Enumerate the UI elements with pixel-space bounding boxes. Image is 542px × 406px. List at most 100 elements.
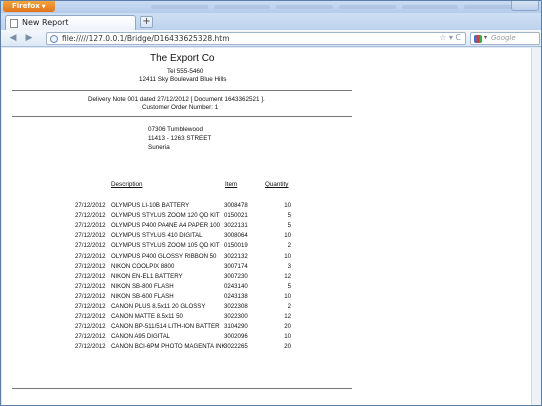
line-date: 27/12/2012 [75, 262, 106, 270]
navigation-bar: ◀ ▶ file://///127.0.0.1/Bridge/D16433625… [1, 30, 541, 47]
table-row: 27/12/2012 CANON A95 DIGITAL 3002096 10 [2, 333, 342, 342]
browser-window: Firefox ▼ New Report + ◀ ▶ file://///127.… [0, 0, 542, 406]
ship-to-line-2: 11413 - 1263 STREET [148, 135, 212, 142]
line-item-code: 0243140 [224, 282, 248, 290]
line-item-code: 3022308 [224, 303, 248, 310]
table-row: 27/12/2012 NIKON EN-EL1 BATTERY 3007230 12 [2, 273, 342, 282]
back-arrow-icon[interactable]: ◀ [7, 33, 19, 44]
line-description: CANON PLUS 8.5x11 20 GLOSSY [111, 303, 206, 310]
new-tab-button[interactable]: + [140, 16, 153, 28]
firefox-menu-button[interactable]: Firefox ▼ [3, 1, 55, 12]
search-bar[interactable]: ▾ Google [470, 32, 540, 45]
company-name: The Export Co [150, 53, 215, 64]
tab-strip: New Report + [1, 13, 541, 30]
line-description: OLYMPUS STYLUS 410 DIGITAL [111, 232, 203, 240]
divider [12, 116, 352, 117]
line-item-code: 3104290 [224, 323, 248, 331]
line-item-code: 3008478 [224, 202, 248, 209]
line-date: 27/12/2012 [75, 313, 106, 321]
table-row: 27/12/2012 OLYMPUS STYLUS ZOOM 105 QD KIT… [2, 242, 342, 251]
line-quantity: 3 [287, 262, 291, 270]
line-quantity: 10 [284, 292, 291, 300]
delivery-note-line: Delivery Note 001 dated 27/12/2012 [ Doc… [88, 96, 265, 103]
bookmark-star-icon[interactable]: ☆ ▾ C [439, 33, 461, 42]
title-bar: Firefox ▼ [1, 1, 541, 13]
line-item-code: 3007174 [224, 262, 248, 270]
line-item-code: 0243138 [224, 292, 248, 300]
line-description: NIKON COOLPIX 8800 [111, 262, 175, 270]
column-header-item: Item [225, 181, 238, 188]
column-header-description: Description [111, 181, 143, 188]
line-quantity: 12 [284, 272, 291, 280]
line-description: NIKON SB-800 FLASH [111, 282, 174, 290]
line-description: CANON A95 DIGITAL [111, 333, 171, 341]
line-quantity: 2 [287, 242, 291, 250]
table-row: 27/12/2012 NIKON SB-800 FLASH 0243140 5 [2, 283, 342, 292]
line-quantity: 10 [284, 202, 291, 209]
ship-to-line-3: Suneria [148, 144, 170, 151]
line-quantity: 10 [284, 252, 291, 260]
firefox-menu-label: Firefox [12, 2, 40, 10]
line-item-code: 0150021 [224, 212, 248, 220]
line-quantity: 12 [284, 313, 291, 321]
tab-new-report[interactable]: New Report [5, 15, 136, 30]
table-row: 27/12/2012 CANON BCI-6PM PHOTO MAGENTA IN… [2, 343, 342, 352]
line-description: OLYMPUS LI-10B BATTERY [111, 202, 190, 209]
line-quantity: 5 [287, 212, 291, 220]
background-tabs [151, 3, 522, 11]
company-address: 12411 Sky Boulevard Blue Hills [139, 76, 227, 83]
table-row: 27/12/2012 OLYMPUS STYLUS ZOOM 120 QD KIT… [2, 212, 342, 221]
line-description: CANON BP-511/514 LITH-ION BATTER [111, 323, 220, 331]
line-date: 27/12/2012 [75, 292, 106, 300]
line-item-code: 3022132 [224, 252, 248, 260]
page-content: The Export Co Tel 555-5460 12411 Sky Bou… [2, 48, 531, 405]
line-item-code: 3022265 [224, 343, 248, 351]
line-date: 27/12/2012 [75, 282, 106, 290]
forward-arrow-icon[interactable]: ▶ [23, 33, 35, 44]
line-date: 27/12/2012 [75, 323, 106, 331]
search-engine-dropdown-icon[interactable]: ▾ [484, 34, 487, 41]
dropdown-arrow-icon: ▼ [41, 4, 46, 10]
line-date: 27/12/2012 [75, 272, 106, 280]
line-item-code: 3008064 [224, 232, 248, 240]
line-date: 27/12/2012 [75, 303, 106, 310]
line-date: 27/12/2012 [75, 222, 106, 230]
line-date: 27/12/2012 [75, 343, 106, 351]
google-icon[interactable] [474, 35, 482, 43]
line-description: OLYMPUS P400 PA4NE A4 PAPER 100 [111, 222, 221, 230]
line-description: NIKON SB-600 FLASH [111, 292, 174, 300]
line-item-code: 0150019 [224, 242, 248, 250]
line-quantity: 10 [284, 333, 291, 341]
line-item-code: 3002096 [224, 333, 248, 341]
line-date: 27/12/2012 [75, 252, 106, 260]
site-identity-icon[interactable] [50, 35, 58, 43]
page-icon [10, 19, 18, 28]
table-row: 27/12/2012 NIKON SB-600 FLASH 0243138 10 [2, 293, 342, 302]
column-header-quantity: Quantity [265, 181, 289, 188]
line-item-code: 3022300 [224, 313, 248, 321]
address-bar[interactable]: file://///127.0.0.1/Bridge/D16433625328.… [46, 32, 466, 45]
table-row: 27/12/2012 CANON BP-511/514 LITH-ION BATT… [2, 323, 342, 332]
vertical-scrollbar[interactable] [531, 48, 541, 405]
table-row: 27/12/2012 OLYMPUS P400 GLOSSY RIBBON 50 3… [2, 253, 342, 262]
table-row: 27/12/2012 OLYMPUS P400 PA4NE A4 PAPER 10… [2, 222, 342, 231]
company-tel: Tel 555-5460 [167, 68, 204, 75]
line-description: OLYMPUS P400 GLOSSY RIBBON 50 [111, 252, 217, 260]
divider [12, 388, 352, 389]
divider [12, 90, 352, 91]
table-row: 27/12/2012 OLYMPUS LI-10B BATTERY 3008478 1… [2, 202, 342, 211]
table-row: 27/12/2012 NIKON COOLPIX 8800 3007174 3 [2, 263, 342, 272]
line-date: 27/12/2012 [75, 212, 106, 220]
line-quantity: 10 [284, 232, 291, 240]
window-controls[interactable] [511, 1, 539, 11]
table-row: 27/12/2012 CANON PLUS 8.5x11 20 GLOSSY 302… [2, 303, 342, 312]
line-quantity: 5 [287, 222, 291, 230]
line-quantity: 20 [284, 323, 291, 331]
ship-to-line-1: 07306 Tumblewood [148, 126, 203, 133]
line-date: 27/12/2012 [75, 242, 106, 250]
line-description: OLYMPUS STYLUS ZOOM 105 QD KIT [111, 242, 220, 250]
url-text: file://///127.0.0.1/Bridge/D16433625328.… [62, 34, 230, 43]
search-placeholder: Google [491, 34, 516, 42]
line-description: CANON MATTE 8.5x11 50 [111, 313, 183, 321]
table-row: 27/12/2012 CANON MATTE 8.5x11 50 3022300 12 [2, 313, 342, 322]
